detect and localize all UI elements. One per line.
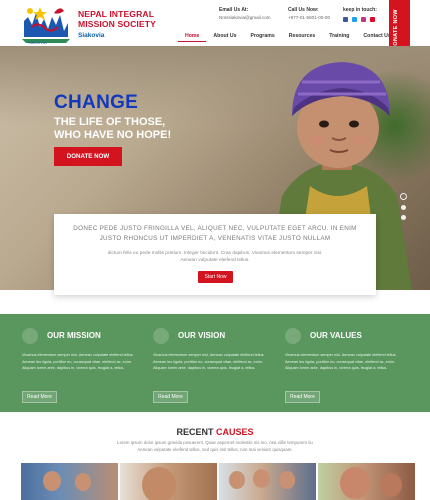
slider-dot[interactable] <box>401 215 406 220</box>
org-name: NEPAL INTEGRAL MISSION SOCIETY <box>78 9 156 29</box>
hero-donate-button[interactable]: DONATE NOW <box>54 147 122 166</box>
mission-read-more-button[interactable]: Read More <box>22 391 57 403</box>
main-nav: Home About Us Programs Resources Trainin… <box>178 32 398 42</box>
vision-column: OUR VISION Vivamus elementum semper nisi… <box>153 314 273 412</box>
nav-item-programs[interactable]: Programs <box>243 32 281 42</box>
child-face <box>43 471 61 491</box>
hero-subtitle-line1: THE LIFE OF THOSE, <box>54 116 166 128</box>
nav-item-home[interactable]: Home <box>178 32 207 42</box>
cause-thumbnail[interactable] <box>318 463 415 500</box>
org-subtitle: Siakovia <box>78 32 105 39</box>
mission-title: OUR MISSION <box>47 331 101 340</box>
slider-dots <box>400 193 407 225</box>
donate-tab-label: DONATE NOW <box>393 9 399 50</box>
org-name-line2: MISSION SOCIETY <box>78 19 156 29</box>
intro-quote-line1: DONEC PEDE JUSTO FRINGILLA VEL, ALIQUET … <box>73 225 357 232</box>
diamond-icon <box>285 328 301 344</box>
intro-text-line2: Aenean vulputate eleifend tellus. <box>180 258 250 263</box>
hand-heart-icon <box>22 328 38 344</box>
hero-subtitle: THE LIFE OF THOSE, WHO HAVE NO HOPE! <box>54 116 204 142</box>
recent-causes-text-line2: Aenean vulputate eleifend tellus, sed qu… <box>137 446 293 452</box>
intro-card: DONEC PEDE JUSTO FRINGILLA VEL, ALIQUET … <box>54 214 376 295</box>
slider-dot-active[interactable] <box>400 193 407 200</box>
recent-causes-title-part2: CAUSES <box>216 427 254 437</box>
facebook-icon[interactable] <box>343 17 348 22</box>
call-label: Call Us Now: <box>288 7 319 13</box>
intro-quote-line2: JUSTO RHONCUS UT IMPERDIET A, VENENATIS … <box>99 235 331 242</box>
twitter-icon[interactable] <box>352 17 357 22</box>
eye-icon <box>153 328 169 344</box>
hero-title: CHANGE <box>54 92 139 113</box>
child-face <box>229 471 245 489</box>
vision-read-more-button[interactable]: Read More <box>153 391 188 403</box>
slider-dot[interactable] <box>401 205 406 210</box>
cause-thumbnail[interactable] <box>120 463 217 500</box>
social-links: keep in touch: <box>343 7 377 22</box>
instagram-icon[interactable] <box>361 17 366 22</box>
recent-causes-title-part1: RECENT <box>176 427 216 437</box>
values-text: Vivamus elementum semper nisi. Aenean vu… <box>285 353 397 370</box>
mission-text: Vivamus elementum semper nisi. Aenean vu… <box>22 353 134 370</box>
pinterest-icon[interactable] <box>370 17 375 22</box>
values-read-more-button[interactable]: Read More <box>285 391 320 403</box>
email-label: Email Us At: <box>219 7 249 13</box>
nav-item-training[interactable]: Training <box>322 32 356 42</box>
nav-item-resources[interactable]: Resources <box>282 32 323 42</box>
child-face <box>340 467 370 499</box>
email-contact: Email Us At: Nmssiakovia@gmail.com <box>219 7 271 21</box>
email-value[interactable]: Nmssiakovia@gmail.com <box>219 14 271 21</box>
cause-thumbnail[interactable] <box>219 463 316 500</box>
vision-title: OUR VISION <box>178 331 226 340</box>
logo[interactable]: SIAKOVIA <box>18 3 74 45</box>
org-name-line1: NEPAL INTEGRAL <box>78 9 155 19</box>
recent-causes-text: Lorem ipsum dolor ipsum gravida posueren… <box>90 440 340 453</box>
recent-causes-text-line1: Lorem ipsum dolor ipsum gravida posueren… <box>117 440 313 445</box>
start-now-button[interactable]: Start Now <box>198 271 233 283</box>
child-face <box>253 469 270 488</box>
call-value[interactable]: +977-01-5601-00-00 <box>288 14 330 21</box>
svg-text:SIAKOVIA: SIAKOVIA <box>28 40 47 45</box>
hero-subtitle-line2: WHO HAVE NO HOPE! <box>54 129 172 141</box>
child-face <box>75 473 91 491</box>
nav-item-about[interactable]: About Us <box>206 32 243 42</box>
intro-text: dictum felis eu pede mollis pretium. Int… <box>62 250 368 264</box>
intro-quote: DONEC PEDE JUSTO FRINGILLA VEL, ALIQUET … <box>62 224 368 244</box>
site-header: SIAKOVIA NEPAL INTEGRAL MISSION SOCIETY … <box>0 0 430 62</box>
child-face <box>279 471 295 489</box>
child-face <box>142 467 176 500</box>
social-label: keep in touch: <box>343 7 377 13</box>
vision-text: Vivamus elementum semper nisi. Aenean vu… <box>153 353 265 370</box>
mission-column: OUR MISSION Vivamus elementum semper nis… <box>22 314 142 412</box>
cause-thumbnail[interactable] <box>21 463 118 500</box>
values-title: OUR VALUES <box>310 331 362 340</box>
intro-text-line1: dictum felis eu pede mollis pretium. Int… <box>107 251 323 256</box>
values-column: OUR VALUES Vivamus elementum semper nisi… <box>285 314 405 412</box>
recent-causes-title: RECENT CAUSES <box>0 427 430 437</box>
mission-section: OUR MISSION Vivamus elementum semper nis… <box>0 314 430 412</box>
child-face <box>380 473 402 497</box>
phone-contact: Call Us Now: +977-01-5601-00-00 <box>288 7 330 21</box>
